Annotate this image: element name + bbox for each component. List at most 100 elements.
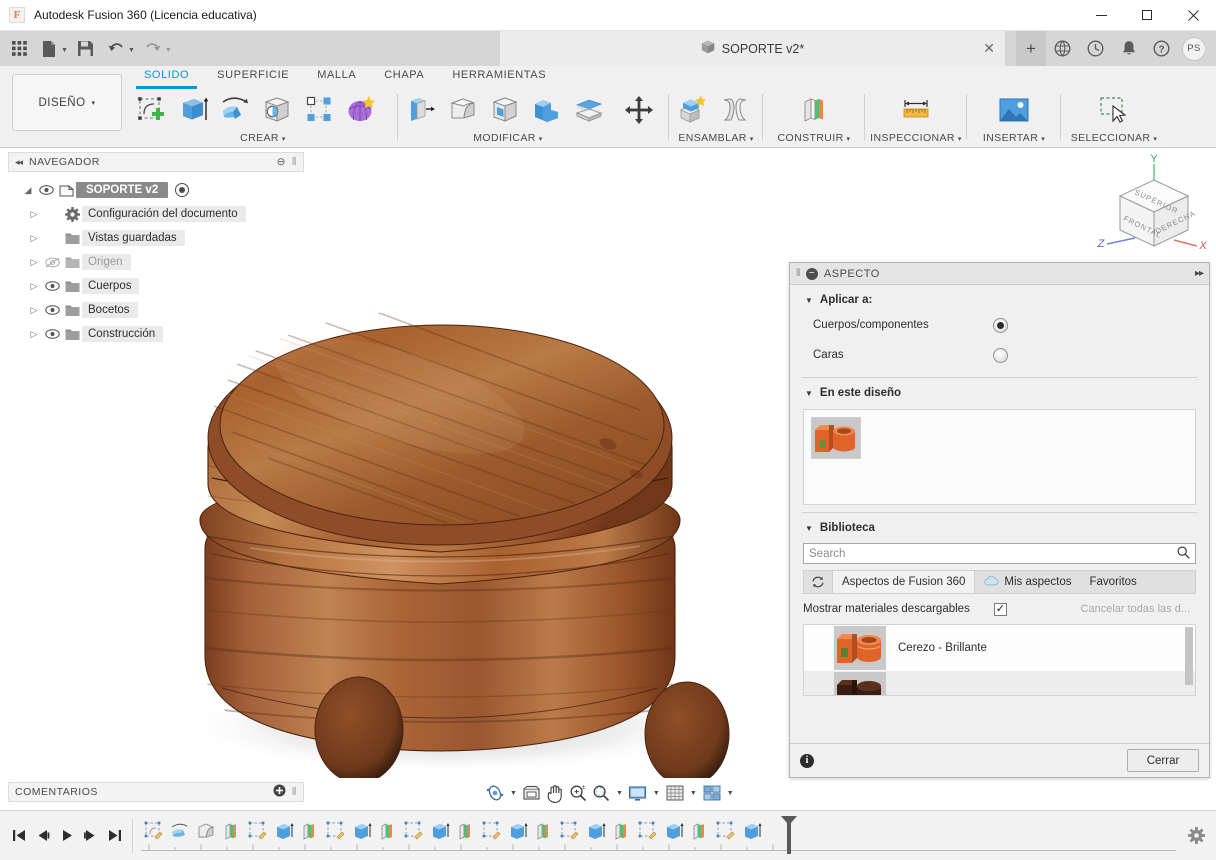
- tree-item-saved-views[interactable]: ▷ Vistas guardadas: [8, 226, 304, 250]
- library-search[interactable]: [803, 543, 1196, 564]
- shell-icon[interactable]: [484, 89, 526, 131]
- select-window-icon[interactable]: [1093, 89, 1135, 131]
- play-button[interactable]: [56, 824, 78, 848]
- orbit-caret-icon[interactable]: ▼: [507, 790, 520, 797]
- dialog-minimize-icon[interactable]: −: [805, 267, 818, 280]
- panel-crear-label[interactable]: CREAR ▾: [130, 132, 396, 144]
- tab-malla[interactable]: MALLA: [303, 66, 370, 88]
- view-cube[interactable]: Y Z X SUPERIOR FRONTAL DERECHA: [1090, 153, 1210, 270]
- new-tab-button[interactable]: +: [1016, 31, 1046, 66]
- form-sculpt-icon[interactable]: [340, 89, 382, 131]
- visibility-eye-icon[interactable]: [36, 185, 56, 195]
- tree-item-root[interactable]: ◢ SOPORTE v2: [8, 178, 304, 202]
- comments-bar[interactable]: COMENTARIOS ⦀: [8, 782, 304, 802]
- insert-image-icon[interactable]: [993, 89, 1035, 131]
- panel-seleccionar-label[interactable]: SELECCIONAR ▾: [1064, 132, 1164, 144]
- revolve-icon[interactable]: [214, 89, 256, 131]
- undo-caret-icon[interactable]: ▼: [128, 43, 135, 54]
- step-forward-button[interactable]: [80, 824, 102, 848]
- help-icon[interactable]: ?: [1145, 31, 1178, 66]
- section-apply-to[interactable]: ▼ Aplicar a:: [800, 285, 1199, 310]
- library-tab-fusion[interactable]: Aspectos de Fusion 360: [832, 571, 976, 593]
- search-input[interactable]: [809, 547, 1177, 560]
- pan-hand-icon[interactable]: [544, 781, 566, 805]
- radio-bodies[interactable]: [993, 317, 1008, 333]
- new-file-icon[interactable]: [36, 36, 62, 62]
- library-tab-favorites[interactable]: Favoritos: [1081, 571, 1146, 593]
- material-list[interactable]: Cerezo - Brillante: [803, 624, 1196, 696]
- dialog-expand-icon[interactable]: ▸▸: [1195, 268, 1204, 279]
- tab-chapa[interactable]: CHAPA: [370, 66, 438, 88]
- jump-end-button[interactable]: [104, 824, 126, 848]
- panel-ensamblar-label[interactable]: ENSAMBLAR ▾: [672, 132, 760, 144]
- save-icon[interactable]: [73, 36, 99, 62]
- press-pull-icon[interactable]: [400, 89, 442, 131]
- fillet-icon[interactable]: [442, 89, 484, 131]
- expand-arrow-icon[interactable]: ▷: [26, 329, 42, 340]
- timeline-end-marker[interactable]: [779, 815, 799, 854]
- timeline-feature-sketch[interactable]: [635, 818, 661, 844]
- orbit-icon[interactable]: [484, 781, 506, 805]
- undo-icon[interactable]: [103, 36, 129, 62]
- browser-minimize-icon[interactable]: ⊖: [277, 156, 286, 168]
- tree-item-origin[interactable]: ▷ Origen: [8, 250, 304, 274]
- timeline-feature-split[interactable]: [375, 818, 401, 844]
- look-at-icon[interactable]: [521, 781, 543, 805]
- construction-plane-icon[interactable]: [793, 89, 835, 131]
- material-row[interactable]: [804, 671, 1195, 695]
- document-tab[interactable]: SOPORTE v2* ✕: [500, 31, 1005, 66]
- timeline-feature-sketch[interactable]: [401, 818, 427, 844]
- clock-icon[interactable]: [1079, 31, 1112, 66]
- viewports-caret-icon[interactable]: ▼: [724, 790, 737, 797]
- timeline-feature-sketch[interactable]: [713, 818, 739, 844]
- visibility-eye-icon[interactable]: [42, 329, 62, 339]
- timeline-feature-extrude[interactable]: [271, 818, 297, 844]
- panel-insertar-label[interactable]: INSERTAR ▾: [970, 132, 1058, 144]
- cancel-downloads-link[interactable]: Cancelar todas las d...: [1081, 603, 1196, 615]
- grid-apps-icon[interactable]: [6, 36, 32, 62]
- panel-inspeccionar-label[interactable]: INSPECCIONAR ▾: [868, 132, 964, 144]
- tab-superficie[interactable]: SUPERFICIE: [203, 66, 303, 88]
- combine-icon[interactable]: [526, 89, 568, 131]
- add-comment-icon[interactable]: [273, 784, 286, 800]
- zoom-window-caret-icon[interactable]: ▼: [613, 790, 626, 797]
- grid-snap-icon[interactable]: [664, 781, 686, 805]
- tree-item-sketches[interactable]: ▷ Bocetos: [8, 298, 304, 322]
- timeline-feature-sketch[interactable]: [323, 818, 349, 844]
- timeline-feature-extrude[interactable]: [661, 818, 687, 844]
- close-button[interactable]: [1170, 0, 1216, 31]
- expand-arrow-icon[interactable]: ▷: [26, 209, 42, 220]
- timeline-feature-extrude[interactable]: [505, 818, 531, 844]
- bell-icon[interactable]: [1112, 31, 1145, 66]
- in-design-swatch-well[interactable]: [803, 409, 1196, 505]
- timeline-feature-extrude[interactable]: [739, 818, 765, 844]
- viewports-icon[interactable]: [701, 781, 723, 805]
- appearance-header[interactable]: ⦀ − ASPECTO ▸▸: [790, 263, 1209, 285]
- timeline-feature-split[interactable]: [609, 818, 635, 844]
- new-component-icon[interactable]: [672, 89, 714, 131]
- extrude-icon[interactable]: [172, 89, 214, 131]
- swatch-cerezo-brillante[interactable]: [811, 417, 861, 459]
- visibility-eye-off-icon[interactable]: [42, 257, 62, 268]
- expand-arrow-icon[interactable]: ▷: [26, 257, 42, 268]
- timeline-feature-extrude[interactable]: [583, 818, 609, 844]
- expand-arrow-icon[interactable]: ▷: [26, 233, 42, 244]
- avatar[interactable]: PS: [1182, 36, 1206, 61]
- visibility-eye-icon[interactable]: [42, 281, 62, 291]
- tab-herramientas[interactable]: HERRAMIENTAS: [438, 66, 560, 88]
- tree-item-construction[interactable]: ▷ Construcción: [8, 322, 304, 346]
- panel-modificar-label[interactable]: MODIFICAR ▾: [378, 132, 638, 144]
- timeline-settings-gear-icon[interactable]: [1176, 811, 1216, 860]
- collapse-icon[interactable]: ◂◂: [15, 157, 23, 168]
- panel-construir-label[interactable]: CONSTRUIR ▾: [766, 132, 862, 144]
- material-row[interactable]: Cerezo - Brillante: [804, 625, 1195, 671]
- offset-face-icon[interactable]: [568, 89, 610, 131]
- radio-faces[interactable]: [993, 347, 1008, 363]
- expand-arrow-icon[interactable]: ▷: [26, 281, 42, 292]
- browser-grip-icon[interactable]: ⦀: [292, 156, 297, 169]
- grid-snap-caret-icon[interactable]: ▼: [687, 790, 700, 797]
- timeline-feature-revolve[interactable]: [167, 818, 193, 844]
- step-back-button[interactable]: [32, 824, 54, 848]
- maximize-button[interactable]: [1124, 0, 1170, 31]
- timeline-feature-fillet[interactable]: [193, 818, 219, 844]
